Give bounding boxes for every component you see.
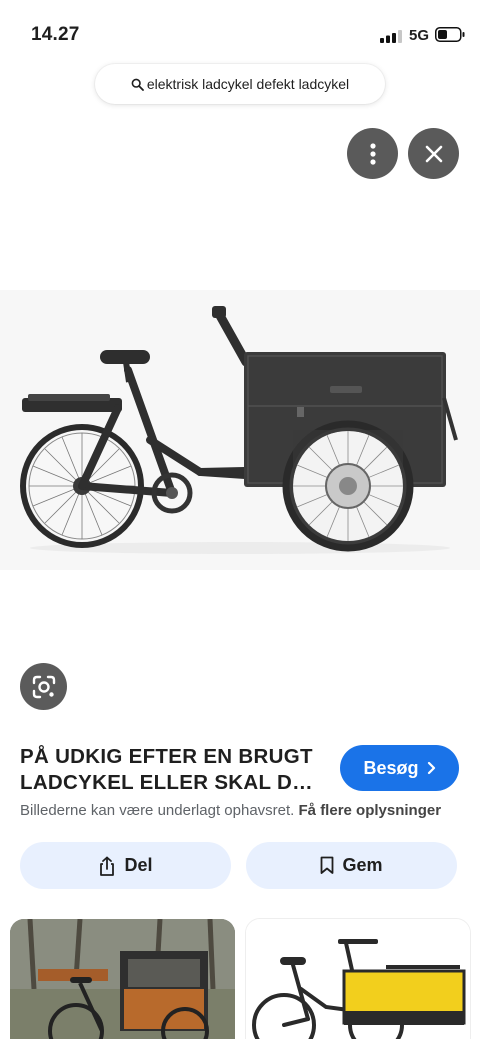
visit-button[interactable]: Besøg bbox=[340, 745, 459, 791]
more-options-button[interactable] bbox=[347, 128, 398, 179]
cargo-bike-image bbox=[20, 306, 458, 554]
related-image-2[interactable] bbox=[246, 919, 470, 1039]
share-button-label: Del bbox=[124, 855, 153, 875]
more-vert-icon bbox=[369, 142, 376, 165]
result-image[interactable] bbox=[0, 290, 480, 570]
more-info-link[interactable]: Få flere oplysninger bbox=[299, 802, 442, 819]
search-icon bbox=[131, 78, 144, 91]
search-query-pill[interactable]: elektrisk ladcykel defekt ladcykel bbox=[95, 64, 385, 104]
visit-button-label: Besøg bbox=[363, 757, 419, 778]
status-bar: 14.27 5G bbox=[0, 0, 480, 70]
share-icon bbox=[100, 856, 115, 876]
copyright-text: Billederne kan være underlagt ophavsret. bbox=[20, 802, 295, 819]
battery-icon bbox=[435, 27, 465, 42]
save-button-label: Gem bbox=[342, 855, 383, 875]
save-button[interactable]: Gem bbox=[246, 842, 457, 889]
cargo-bike-outdoor-image bbox=[10, 919, 235, 1039]
status-time: 14.27 bbox=[31, 24, 80, 45]
chevron-right-icon bbox=[427, 761, 435, 775]
related-image-1[interactable] bbox=[10, 919, 235, 1039]
google-lens-icon bbox=[32, 675, 55, 698]
cellular-signal-icon bbox=[380, 30, 402, 43]
share-button[interactable]: Del bbox=[20, 842, 231, 889]
bookmark-icon bbox=[321, 856, 334, 874]
search-query-text: elektrisk ladcykel defekt ladcykel bbox=[146, 76, 350, 92]
close-button[interactable] bbox=[408, 128, 459, 179]
close-icon bbox=[425, 145, 442, 162]
yellow-cargo-bike-image bbox=[246, 919, 470, 1039]
copyright-notice: Billederne kan være underlagt ophavsret.… bbox=[20, 802, 441, 819]
google-lens-button[interactable] bbox=[20, 663, 67, 710]
network-type: 5G bbox=[409, 27, 430, 44]
result-title[interactable]: PÅ UDKIG EFTER EN BRUGT LADCYKEL ELLER S… bbox=[20, 744, 320, 796]
